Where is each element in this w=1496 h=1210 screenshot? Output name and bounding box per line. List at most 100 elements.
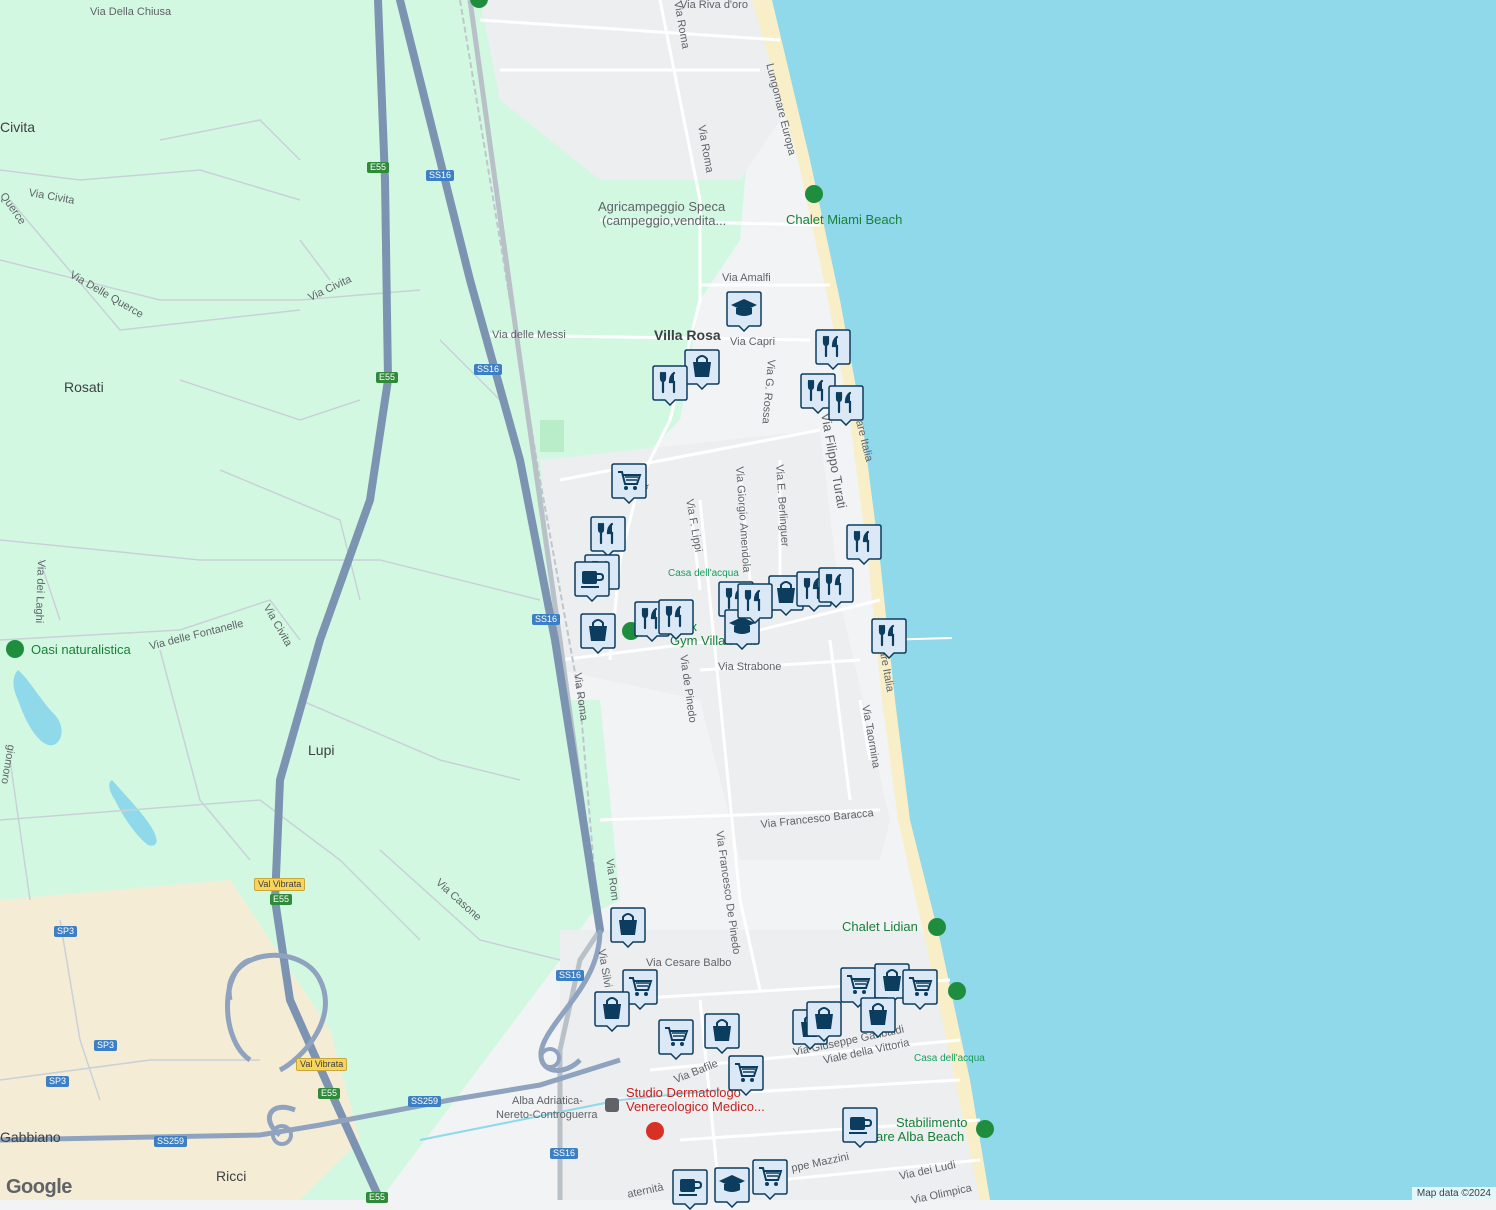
- shield-sp3: SP3: [46, 1076, 70, 1087]
- grocery-icon: [658, 1019, 694, 1060]
- restaurant-icon: [658, 599, 694, 640]
- cafe-icon: [842, 1107, 878, 1148]
- train-station-icon[interactable]: [605, 1098, 619, 1112]
- cafe-pin[interactable]: [842, 1106, 878, 1148]
- shield-sp3: SP3: [54, 926, 78, 937]
- shield-e55: E55: [376, 372, 399, 383]
- poi-stabilimento-desc[interactable]: are Alba Beach: [876, 1130, 964, 1144]
- park-marker-icon[interactable]: [6, 640, 24, 658]
- place-rosati: Rosati: [64, 379, 104, 395]
- street-via-capri: Via Capri: [730, 336, 776, 348]
- grocery-icon: [752, 1159, 788, 1200]
- grocery-icon: [728, 1055, 764, 1096]
- street-via-cesare-balbo: Via Cesare Balbo: [646, 957, 732, 969]
- school-icon: [714, 1167, 750, 1208]
- cafe-icon: [672, 1169, 708, 1210]
- shopping-pin[interactable]: [704, 1012, 740, 1054]
- park-marker-icon[interactable]: [928, 918, 946, 936]
- shopping-pin[interactable]: [594, 990, 630, 1032]
- park-marker-icon[interactable]: [948, 982, 966, 1000]
- restaurant-pin[interactable]: [815, 328, 851, 370]
- shield-e55: E55: [366, 1192, 389, 1203]
- place-ricci: Ricci: [216, 1168, 247, 1184]
- shopping-icon: [580, 613, 616, 654]
- grocery-pin[interactable]: [752, 1158, 788, 1200]
- poi-studio-dermatologo-desc[interactable]: Venereologico Medico...: [626, 1100, 765, 1114]
- place-villa-rosa: Villa Rosa: [654, 327, 721, 343]
- shield-e55: E55: [367, 162, 390, 173]
- map-attribution[interactable]: Map data ©2024: [1411, 1187, 1496, 1200]
- poi-alba-station-line2[interactable]: Nereto-Controguerra: [496, 1108, 598, 1122]
- poi-stabilimento-name[interactable]: Stabilimento: [896, 1116, 968, 1130]
- map-canvas[interactable]: Civita Rosati Lupi Villa Rosa Gabbiano R…: [0, 0, 1496, 1210]
- shield-ss16: SS16: [556, 970, 585, 981]
- restaurant-pin[interactable]: [590, 515, 626, 557]
- street-via-riva-doro: Via Riva d'oro: [680, 0, 748, 11]
- shield-val-vibrata: Val Vibrata: [254, 878, 306, 891]
- grocery-pin[interactable]: [658, 1018, 694, 1060]
- cafe-pin[interactable]: [672, 1168, 708, 1210]
- poi-agricampeggio-name[interactable]: Agricampeggio Speca: [598, 200, 725, 214]
- school-pin[interactable]: [714, 1166, 750, 1208]
- shopping-pin[interactable]: [860, 996, 896, 1038]
- grocery-pin[interactable]: [728, 1054, 764, 1096]
- place-lupi: Lupi: [308, 742, 335, 758]
- grocery-pin[interactable]: [902, 968, 938, 1010]
- shield-sp3: SP3: [94, 1040, 118, 1051]
- poi-casa-acqua-north[interactable]: Casa dell'acqua: [668, 567, 739, 581]
- shopping-icon: [684, 349, 720, 390]
- shield-ss259: SS259: [154, 1136, 188, 1147]
- shield-ss16: SS16: [426, 170, 455, 181]
- shopping-icon: [704, 1013, 740, 1054]
- place-civita: Civita: [0, 119, 36, 135]
- shield-val-vibrata: Val Vibrata: [296, 1058, 348, 1071]
- beach-marker-icon[interactable]: [976, 1120, 994, 1138]
- shield-e55: E55: [270, 894, 293, 905]
- shield-ss259: SS259: [408, 1096, 442, 1107]
- place-gabbiano: Gabbiano: [0, 1129, 61, 1145]
- school-icon: [726, 291, 762, 332]
- restaurant-icon: [737, 583, 773, 624]
- poi-alba-station-line1[interactable]: Alba Adriatica-: [512, 1094, 583, 1108]
- restaurant-pin[interactable]: [737, 582, 773, 624]
- restaurant-pin[interactable]: [658, 598, 694, 640]
- grocery-icon: [902, 969, 938, 1010]
- restaurant-icon: [828, 385, 864, 426]
- shield-ss16: SS16: [532, 614, 561, 625]
- medical-marker-icon[interactable]: [646, 1122, 664, 1140]
- restaurant-pin[interactable]: [652, 364, 688, 406]
- street-via-della-chiusa: Via Della Chiusa: [90, 6, 172, 18]
- restaurant-pin[interactable]: [828, 384, 864, 426]
- restaurant-icon: [652, 365, 688, 406]
- restaurant-pin[interactable]: [818, 566, 854, 608]
- school-pin[interactable]: [726, 290, 762, 332]
- shopping-icon: [610, 907, 646, 948]
- shopping-pin[interactable]: [580, 612, 616, 654]
- cafe-icon: [574, 561, 610, 602]
- shopping-pin[interactable]: [806, 1000, 842, 1042]
- restaurant-icon: [815, 329, 851, 370]
- shopping-pin[interactable]: [684, 348, 720, 390]
- shield-ss16: SS16: [474, 364, 503, 375]
- poi-studio-dermatologo-name[interactable]: Studio Dermatologo: [626, 1086, 741, 1100]
- park-marker-icon[interactable]: [805, 185, 823, 203]
- poi-chalet-miami-beach[interactable]: Chalet Miami Beach: [786, 213, 902, 227]
- poi-oasi-naturalistica[interactable]: Oasi naturalistica: [31, 643, 131, 657]
- street-via-delle-messi: Via delle Messi: [492, 329, 566, 341]
- street-via-amalfi: Via Amalfi: [722, 272, 771, 284]
- cafe-pin[interactable]: [574, 560, 610, 602]
- restaurant-pin[interactable]: [846, 523, 882, 565]
- grocery-pin[interactable]: [611, 462, 647, 504]
- poi-agricampeggio-desc[interactable]: (campeggio,vendita...: [602, 214, 726, 228]
- shopping-pin[interactable]: [610, 906, 646, 948]
- grocery-icon: [611, 463, 647, 504]
- street-via-strabone: Via Strabone: [718, 661, 782, 673]
- restaurant-icon: [818, 567, 854, 608]
- restaurant-icon: [590, 516, 626, 557]
- restaurant-icon: [846, 524, 882, 565]
- shield-ss16: SS16: [550, 1148, 579, 1159]
- poi-chalet-lidian[interactable]: Chalet Lidian: [842, 920, 918, 934]
- google-logo: Google: [6, 1176, 72, 1198]
- restaurant-pin[interactable]: [871, 617, 907, 659]
- poi-casa-acqua-south[interactable]: Casa dell'acqua: [914, 1052, 985, 1066]
